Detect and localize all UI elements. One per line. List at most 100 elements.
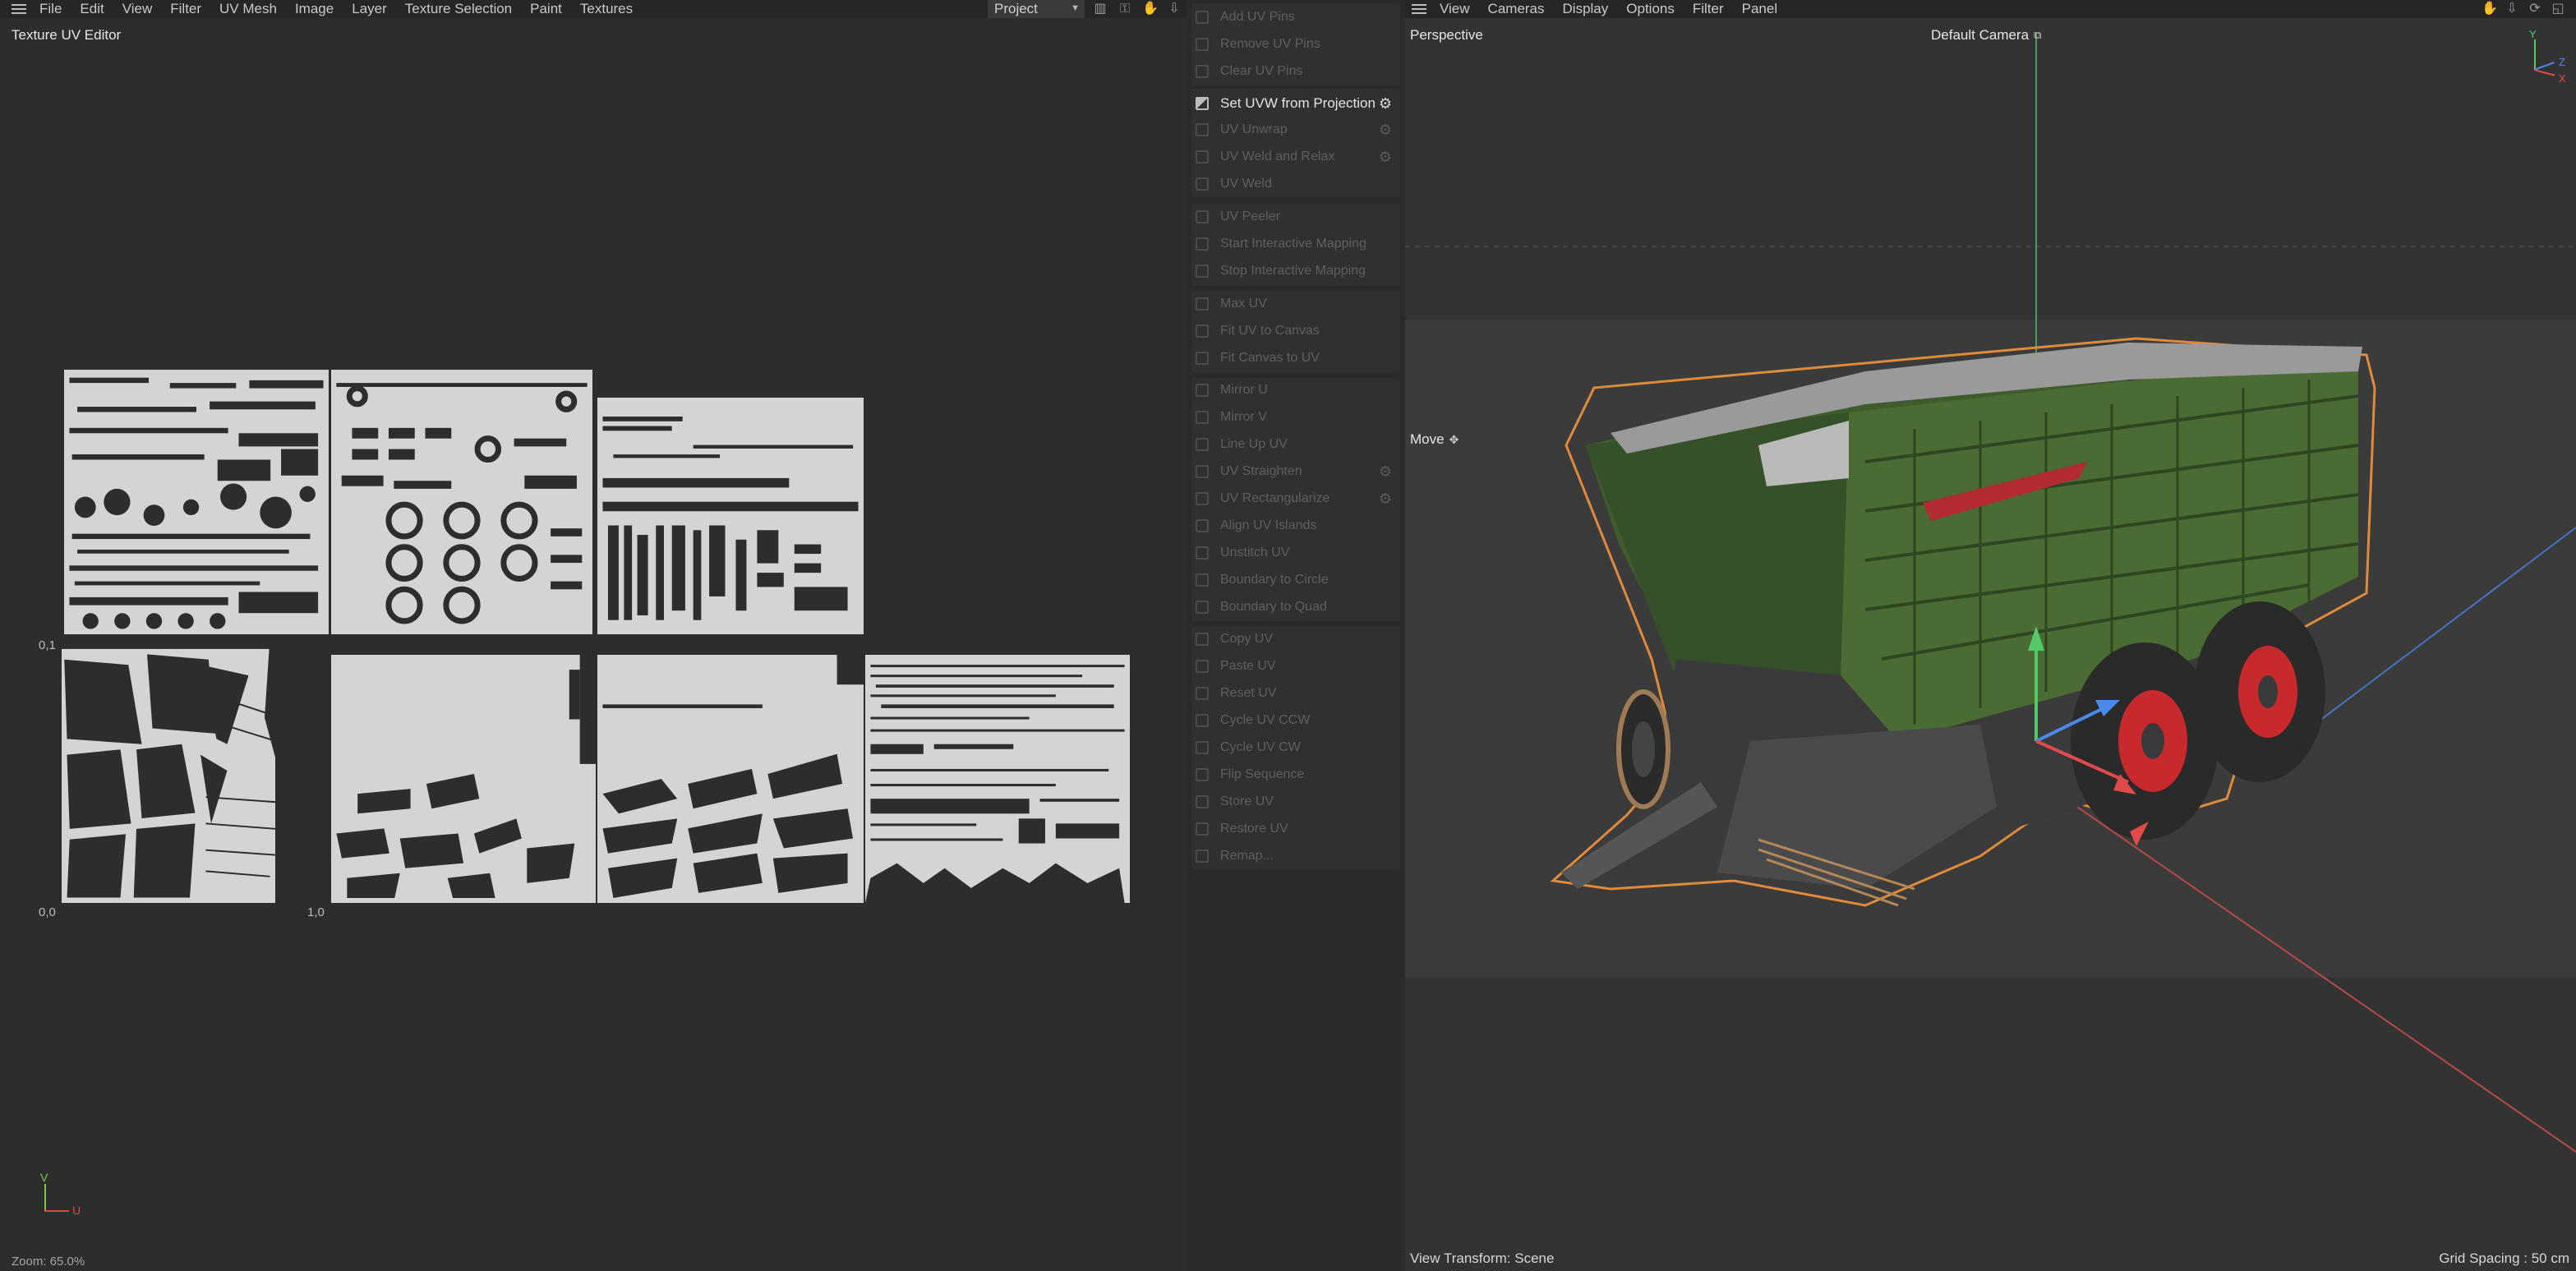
cmd-paste-uv[interactable]: Paste UV [1189,653,1398,679]
uv-label-origin: 0,0 [39,905,56,919]
uv-editor-panel[interactable]: Texture UV Editor 0,1 0,0 1,0 V U Zoom: … [0,18,1187,1271]
line-up-icon [1196,438,1209,451]
cmd-uv-peeler[interactable]: UV Peeler [1189,204,1398,230]
gizmo-z-label: Z [2559,56,2565,68]
cmd-uv-unwrap[interactable]: UV Unwrap ⚙ [1189,117,1398,143]
cmd-line-up-uv[interactable]: Line Up UV [1189,431,1398,458]
menu-image[interactable]: Image [295,1,334,17]
vp-menu-view[interactable]: View [1440,1,1470,17]
cmd-cycle-uv-cw[interactable]: Cycle UV CW [1189,735,1398,761]
maximize-view-icon[interactable]: ◱ [2551,2,2565,16]
cmd-boundary-to-quad[interactable]: Boundary to Quad [1189,594,1398,620]
trailer-3d-model [1405,33,2576,1153]
vp-menu-panel[interactable]: Panel [1742,1,1777,17]
mirror-u-icon [1196,384,1209,397]
cmd-fit-uv-to-canvas[interactable]: Fit UV to Canvas [1189,318,1398,344]
cmd-max-uv[interactable]: Max UV [1189,291,1398,317]
cmd-uv-weld[interactable]: UV Weld [1189,171,1398,197]
project-dropdown[interactable]: Project ▼ [988,0,1085,18]
perspective-viewport[interactable]: Perspective Default Camera ⧉ Move ✥ Y Z … [1405,18,2576,1271]
cmd-restore-uv[interactable]: Restore UV [1189,816,1398,842]
reset-icon [1196,687,1209,700]
uv-tile-0-0 [62,638,329,903]
rotate-ccw-icon [1196,714,1209,727]
store-icon [1196,795,1209,808]
gizmo-x-label: X [2559,72,2566,85]
gizmo-y-label: Y [2529,28,2537,40]
hand-pan-icon[interactable]: ✋ [1142,2,1159,16]
vp-menu-display[interactable]: Display [1563,1,1609,17]
menu-texture-selection[interactable]: Texture Selection [405,1,512,17]
fit-icon [1196,325,1209,338]
orbit-icon[interactable]: ⟳ [2528,2,2542,16]
restore-icon [1196,822,1209,836]
cmd-remove-uv-pins[interactable]: Remove UV Pins [1189,31,1398,58]
cmd-reset-uv[interactable]: Reset UV [1189,680,1398,707]
cmd-mirror-u[interactable]: Mirror U [1189,377,1398,403]
cmd-remap[interactable]: Remap... [1189,843,1398,869]
chevron-down-icon: ▼ [1071,3,1080,13]
cmd-start-interactive-mapping[interactable]: Start Interactive Mapping [1189,231,1398,257]
menu-edit[interactable]: Edit [80,1,104,17]
hand-pan-icon[interactable]: ✋ [2482,2,2498,16]
uv-editor-title: Texture UV Editor [12,27,122,43]
cmd-add-uv-pins[interactable]: Add UV Pins [1189,4,1398,30]
cmd-store-uv[interactable]: Store UV [1189,789,1398,815]
cmd-clear-uv-pins[interactable]: Clear UV Pins [1189,58,1398,85]
cmd-flip-sequence[interactable]: Flip Sequence [1189,762,1398,788]
menu-textures[interactable]: Textures [580,1,633,17]
max-icon [1196,297,1209,311]
move-tool-label: Move ✥ [1410,431,1459,448]
menu-uv-mesh[interactable]: UV Mesh [219,1,277,17]
hamburger-menu-icon[interactable] [1410,0,1428,18]
cmd-copy-uv[interactable]: Copy UV [1189,626,1398,652]
mirror-v-icon [1196,411,1209,424]
camera-label[interactable]: Default Camera ⧉ [1931,27,2041,44]
pin-remove-icon [1196,38,1209,51]
cmd-boundary-to-circle[interactable]: Boundary to Circle [1189,567,1398,593]
vp-menu-cameras[interactable]: Cameras [1488,1,1545,17]
gear-icon[interactable]: ⚙ [1378,491,1393,506]
weld-relax-icon [1196,150,1209,163]
gear-icon[interactable]: ⚙ [1378,150,1393,164]
paste-icon [1196,660,1209,673]
gear-icon[interactable]: ⚙ [1378,96,1393,111]
dolly-icon[interactable]: ⇩ [2505,2,2519,16]
cmd-fit-canvas-to-uv[interactable]: Fit Canvas to UV [1189,345,1398,371]
camera-name: Default Camera [1931,27,2030,43]
lock-icon[interactable]: ⚿ [1117,2,1132,16]
cmd-uv-rectangularize[interactable]: UV Rectangularize ⚙ [1189,486,1398,512]
unstitch-icon [1196,546,1209,560]
gear-icon[interactable]: ⚙ [1378,122,1393,137]
menu-filter[interactable]: Filter [170,1,201,17]
histogram-icon[interactable]: ▥ [1093,2,1108,16]
uv-tile-1-0 [331,655,596,903]
uv-tile-1-1 [331,370,592,634]
menu-paint[interactable]: Paint [530,1,562,17]
uv-tile-2-1 [597,398,864,634]
cmd-uv-weld-and-relax[interactable]: UV Weld and Relax ⚙ [1189,144,1398,170]
menu-file[interactable]: File [39,1,62,17]
camera-icon: ⧉ [2034,29,2042,41]
menu-layer[interactable]: Layer [352,1,387,17]
vp-menu-filter[interactable]: Filter [1693,1,1724,17]
cmd-set-uvw-from-projection[interactable]: Set UVW from Projection ⚙ [1189,90,1398,117]
gear-icon[interactable]: ⚙ [1378,464,1393,479]
menu-view[interactable]: View [122,1,153,17]
arrow-down-icon[interactable]: ⇩ [1167,2,1182,16]
cmd-unstitch-uv[interactable]: Unstitch UV [1189,540,1398,566]
uv-command-palette: Add UV Pins Remove UV Pins Clear UV Pins… [1189,0,1403,1271]
hamburger-menu-icon[interactable] [10,0,28,18]
gizmo-v-label: V [40,1171,48,1184]
quad-icon [1196,601,1209,614]
cmd-uv-straighten[interactable]: UV Straighten ⚙ [1189,458,1398,485]
zoom-readout: Zoom: 65.0% [12,1255,85,1269]
stop-icon [1196,265,1209,278]
cmd-align-uv-islands[interactable]: Align UV Islands [1189,513,1398,539]
flip-icon [1196,768,1209,781]
cmd-mirror-v[interactable]: Mirror V [1189,404,1398,431]
cmd-cycle-uv-ccw[interactable]: Cycle UV CCW [1189,707,1398,734]
vp-menu-options[interactable]: Options [1626,1,1675,17]
pin-icon [1196,11,1209,24]
cmd-stop-interactive-mapping[interactable]: Stop Interactive Mapping [1189,258,1398,284]
